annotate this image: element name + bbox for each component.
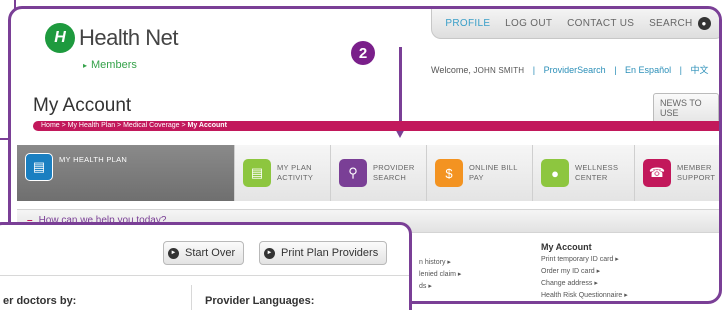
triangle-right-icon: ▸ [83,61,88,70]
tab-label: WELLNESS CENTER [575,163,619,182]
tab-my-health-plan[interactable]: ▤ MY HEALTH PLAN [17,145,235,201]
order-id-card-link[interactable]: Order my ID card ▸ [541,266,628,278]
tab-my-plan-activity[interactable]: ▤ MY PLAN ACTIVITY [235,145,331,201]
tab-label: MY PLAN ACTIVITY [277,163,314,182]
activity-card-icon: ▤ [243,159,271,187]
circle-arrow-icon: ► [264,247,275,259]
news-to-use-button[interactable]: NEWS TO USE [653,93,719,123]
tab-label: MY HEALTH PLAN [59,155,128,164]
user-name: JOHN SMITH [473,66,525,75]
print-plan-providers-button[interactable]: ► Print Plan Providers [259,241,388,265]
members-label: Members [91,59,137,71]
list-item[interactable]: lenied claim ▸ [419,269,461,281]
logo-mark-icon: H [45,23,75,53]
main-tabs: ▤ MY HEALTH PLAN ▤ MY PLAN ACTIVITY ⚲ PR… [17,145,719,201]
print-temporary-id-link[interactable]: Print temporary ID card ▸ [541,254,628,266]
callout-arrow-shaft [399,47,402,127]
magnifier-icon: ⚲ [339,159,367,187]
chinese-link[interactable]: 中文 [690,65,708,75]
search-icon: ● [697,17,711,30]
phone-icon: ☎ [643,159,671,187]
health-net-logo[interactable]: H Health Net [45,23,178,53]
breadcrumb-current: My Account [187,122,227,129]
health-risk-questionnaire-link[interactable]: Health Risk Questionnaire ▸ [541,290,628,301]
apple-icon: ● [541,159,569,187]
nav-contact-us[interactable]: CONTACT US [567,18,634,29]
members-link[interactable]: ▸ Members [83,59,137,71]
divider [0,275,409,276]
nav-logout[interactable]: LOG OUT [505,18,552,29]
nav-search[interactable]: SEARCH ● [649,17,711,30]
divider [191,285,192,310]
dollar-icon: $ [435,159,463,187]
provider-search-link[interactable]: ProviderSearch [544,65,606,75]
tab-wellness-center[interactable]: ● WELLNESS CENTER [533,145,635,201]
my-account-heading: My Account [541,242,592,252]
tab-label: MEMBER SUPPORT [677,163,716,182]
top-navigation: PROFILE LOG OUT CONTACT US SEARCH ● [431,9,719,39]
my-account-links: My Account Print temporary ID card ▸ Ord… [541,241,628,301]
tab-online-bill-pay[interactable]: $ ONLINE BILL PAY [427,145,533,201]
brand-name: Health Net [79,25,178,50]
tab-label: ONLINE BILL PAY [469,163,518,182]
filter-doctors-label: er doctors by: [3,295,77,307]
change-address-link[interactable]: Change address ▸ [541,278,628,290]
circle-arrow-icon: ► [168,247,179,259]
id-card-icon: ▤ [25,153,53,181]
separator: | [614,65,617,75]
partial-links-column: n history ▸ lenied claim ▸ ds ▸ [419,257,461,293]
tab-label: PROVIDER SEARCH [373,163,415,182]
provider-search-detail-frame: ► Start Over ► Print Plan Providers er doc… [0,222,412,310]
breadcrumb-path[interactable]: Home > My Health Plan > Medical Coverage… [41,122,188,129]
provider-languages-label: Provider Languages: [205,295,315,307]
tab-provider-search[interactable]: ⚲ PROVIDER SEARCH [331,145,427,201]
step-number-badge: 2 [351,41,375,65]
welcome-line: Welcome, JOHN SMITH | ProviderSearch | E… [431,63,708,76]
separator: | [532,65,536,75]
nav-profile[interactable]: PROFILE [445,18,490,29]
page-title: My Account [33,95,132,116]
tab-member-support[interactable]: ☎ MEMBER SUPPORT [635,145,719,201]
list-item[interactable]: ds ▸ [419,281,461,293]
start-over-label: Start Over [185,247,236,259]
print-plan-providers-label: Print Plan Providers [281,247,379,259]
breadcrumb: Home > My Health Plan > Medical Coverage… [33,121,719,131]
start-over-button[interactable]: ► Start Over [163,241,245,265]
welcome-prefix: Welcome, [431,65,471,75]
espanol-link[interactable]: En Español [625,65,671,75]
separator: | [679,65,682,75]
list-item[interactable]: n history ▸ [419,257,461,269]
nav-search-label: SEARCH [649,18,693,29]
